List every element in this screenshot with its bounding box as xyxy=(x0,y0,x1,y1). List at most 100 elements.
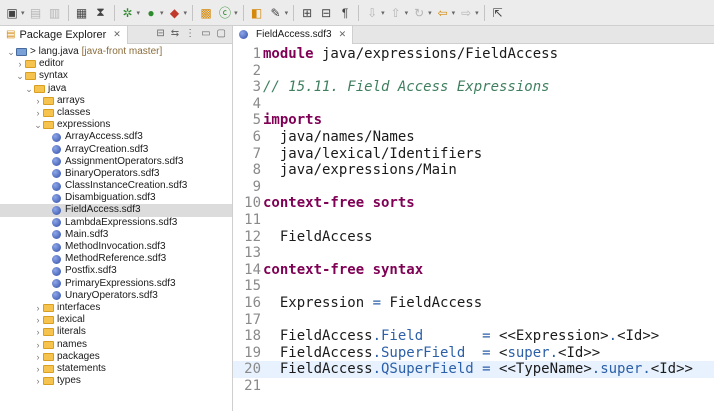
tab-package-explorer[interactable]: ▤ Package Explorer ✕ xyxy=(0,25,128,44)
code-line[interactable]: 3// 15.11. Field Access Expressions xyxy=(233,79,714,96)
new-package-icon[interactable]: ▩ xyxy=(198,4,214,22)
code-line[interactable]: 10 context-free sorts xyxy=(233,195,714,212)
code-line[interactable]: 14 context-free syntax xyxy=(233,262,714,279)
collapse-icon[interactable]: ⧗ xyxy=(93,4,109,22)
tab-fieldaccess-sdf3[interactable]: FieldAccess.sdf3 ✕ xyxy=(233,25,354,44)
close-icon[interactable]: ✕ xyxy=(113,29,121,40)
code-line[interactable]: 20 FieldAccess .QSuperField = <<TypeName>… xyxy=(233,361,714,378)
chevron-right-icon[interactable]: › xyxy=(15,58,25,70)
annotation-prev-dropdown-icon[interactable]: ▾ xyxy=(405,9,409,17)
run-dropdown-icon[interactable]: ▾ xyxy=(160,9,164,17)
tree-folder-item[interactable]: ⌄ expressions xyxy=(0,119,232,131)
pin-icon[interactable]: ⇱ xyxy=(490,4,506,22)
annotation-next-dropdown-icon[interactable]: ▾ xyxy=(381,9,385,17)
debug-dropdown-icon[interactable]: ▾ xyxy=(137,9,141,17)
external-tools-icon[interactable]: ◆ xyxy=(167,4,183,22)
tree-file-item[interactable]: FieldAccess.sdf3 xyxy=(0,204,232,217)
code-line[interactable]: 1 module java/expressions/FieldAccess xyxy=(233,46,714,63)
view-menu-icon[interactable]: ⋮ xyxy=(185,28,195,39)
tree-folder-item[interactable]: › packages xyxy=(0,351,232,363)
pilcrow-icon[interactable]: ¶ xyxy=(337,4,353,22)
code-line[interactable]: 2 xyxy=(233,63,714,80)
tree-folder-item[interactable]: › arrays xyxy=(0,95,232,107)
chevron-right-icon[interactable]: › xyxy=(33,95,43,107)
code-line[interactable]: 12 FieldAccess xyxy=(233,229,714,246)
chevron-down-icon[interactable]: ⌄ xyxy=(33,119,43,131)
print-icon[interactable]: ▥ xyxy=(47,4,63,22)
tree-folder-item[interactable]: ⌄ java xyxy=(0,83,232,95)
back-icon[interactable]: ⇦ xyxy=(435,4,451,22)
chevron-right-icon[interactable]: › xyxy=(33,351,43,363)
tree-folder-item[interactable]: › statements xyxy=(0,363,232,375)
code-line[interactable]: 16 Expression = FieldAccess xyxy=(233,295,714,312)
close-icon[interactable]: ✕ xyxy=(339,29,347,40)
tree-folder-item[interactable]: › interfaces xyxy=(0,302,232,314)
tree-folder-item[interactable]: › names xyxy=(0,339,232,351)
code-line[interactable]: 18 FieldAccess .Field = <<Expression>. <Id… xyxy=(233,328,714,345)
tree-file-item[interactable]: ClassInstanceCreation.sdf3 xyxy=(0,180,232,192)
new-class-icon[interactable]: ⓒ xyxy=(217,4,233,22)
tree-project-item[interactable]: ⌄ > lang.java [java-front master] xyxy=(0,46,232,58)
tree-file-item[interactable]: PrimaryExpressions.sdf3 xyxy=(0,278,232,290)
chevron-right-icon[interactable]: › xyxy=(33,363,43,375)
tree-file-item[interactable]: ArrayAccess.sdf3 xyxy=(0,131,232,143)
tree-file-item[interactable]: UnaryOperators.sdf3 xyxy=(0,290,232,302)
tree-folder-item[interactable]: ⌄ syntax xyxy=(0,70,232,82)
tree-file-item[interactable]: ArrayCreation.sdf3 xyxy=(0,144,232,156)
pen-dropdown-icon[interactable]: ▾ xyxy=(285,9,289,17)
chevron-down-icon[interactable]: ⌄ xyxy=(24,83,34,95)
tree-file-item[interactable]: MethodReference.sdf3 xyxy=(0,253,232,265)
tree-folder-item[interactable]: › editor xyxy=(0,58,232,70)
chevron-down-icon[interactable]: ⌄ xyxy=(15,70,25,82)
code-line[interactable]: 4 xyxy=(233,96,714,113)
save-icon[interactable]: ▤ xyxy=(28,4,44,22)
back-dropdown-icon[interactable]: ▾ xyxy=(452,9,456,17)
code-line[interactable]: 15 xyxy=(233,278,714,295)
chevron-down-icon[interactable]: ⌄ xyxy=(6,46,16,58)
external-tools-dropdown-icon[interactable]: ▾ xyxy=(184,9,188,17)
chevron-right-icon[interactable]: › xyxy=(33,302,43,314)
tree-folder-item[interactable]: › literals xyxy=(0,326,232,338)
tree-file-item[interactable]: Main.sdf3 xyxy=(0,229,232,241)
open-folder-icon[interactable]: ◧ xyxy=(249,4,265,22)
code-line[interactable]: 6 java/names/Names xyxy=(233,129,714,146)
tree-file-item[interactable]: AssignmentOperators.sdf3 xyxy=(0,156,232,168)
tree-folder-item[interactable]: › classes xyxy=(0,107,232,119)
terminal-icon[interactable]: ▦ xyxy=(74,4,90,22)
pen-icon[interactable]: ✎ xyxy=(268,4,284,22)
new-dropdown-icon[interactable]: ▾ xyxy=(21,9,25,17)
code-line[interactable]: 21 xyxy=(233,378,714,395)
forward-icon[interactable]: ⇨ xyxy=(458,4,474,22)
tree-folder-item[interactable]: › lexical xyxy=(0,314,232,326)
run-icon[interactable]: ● xyxy=(143,4,159,22)
toggle-icon[interactable]: ⊟ xyxy=(318,4,334,22)
code-line[interactable]: 9 xyxy=(233,179,714,196)
code-line[interactable]: 13 xyxy=(233,245,714,262)
tree-file-item[interactable]: Postfix.sdf3 xyxy=(0,265,232,277)
collapse-all-icon[interactable]: ⊟ xyxy=(156,28,164,39)
forward-dropdown-icon[interactable]: ▾ xyxy=(475,9,479,17)
code-line[interactable]: 5 imports xyxy=(233,112,714,129)
tree-file-item[interactable]: BinaryOperators.sdf3 xyxy=(0,168,232,180)
code-line[interactable]: 8 java/expressions/Main xyxy=(233,162,714,179)
annotation-next-icon[interactable]: ⇩ xyxy=(364,4,380,22)
new-class-dropdown-icon[interactable]: ▾ xyxy=(234,9,238,17)
debug-icon[interactable]: ✲ xyxy=(120,4,136,22)
tree-file-item[interactable]: MethodInvocation.sdf3 xyxy=(0,241,232,253)
code-line[interactable]: 11 xyxy=(233,212,714,229)
chevron-right-icon[interactable]: › xyxy=(33,326,43,338)
open-type-icon[interactable]: ⊞ xyxy=(299,4,315,22)
code-line[interactable]: 19 FieldAccess .SuperField = < super. <Id>> xyxy=(233,345,714,362)
chevron-right-icon[interactable]: › xyxy=(33,314,43,326)
last-edit-dropdown-icon[interactable]: ▾ xyxy=(428,9,432,17)
code-line[interactable]: 7 java/lexical/Identifiers xyxy=(233,146,714,163)
new-icon[interactable]: ▣ xyxy=(4,4,20,22)
code-editor[interactable]: 1 module java/expressions/FieldAccess 2 3//… xyxy=(233,44,714,394)
chevron-right-icon[interactable]: › xyxy=(33,107,43,119)
tree-folder-item[interactable]: › types xyxy=(0,375,232,387)
link-editor-icon[interactable]: ⇆ xyxy=(171,28,179,39)
tree-file-item[interactable]: LambdaExpressions.sdf3 xyxy=(0,217,232,229)
minimize-icon[interactable]: ▭ xyxy=(201,28,210,39)
chevron-right-icon[interactable]: › xyxy=(33,339,43,351)
maximize-icon[interactable]: ▢ xyxy=(217,28,226,39)
